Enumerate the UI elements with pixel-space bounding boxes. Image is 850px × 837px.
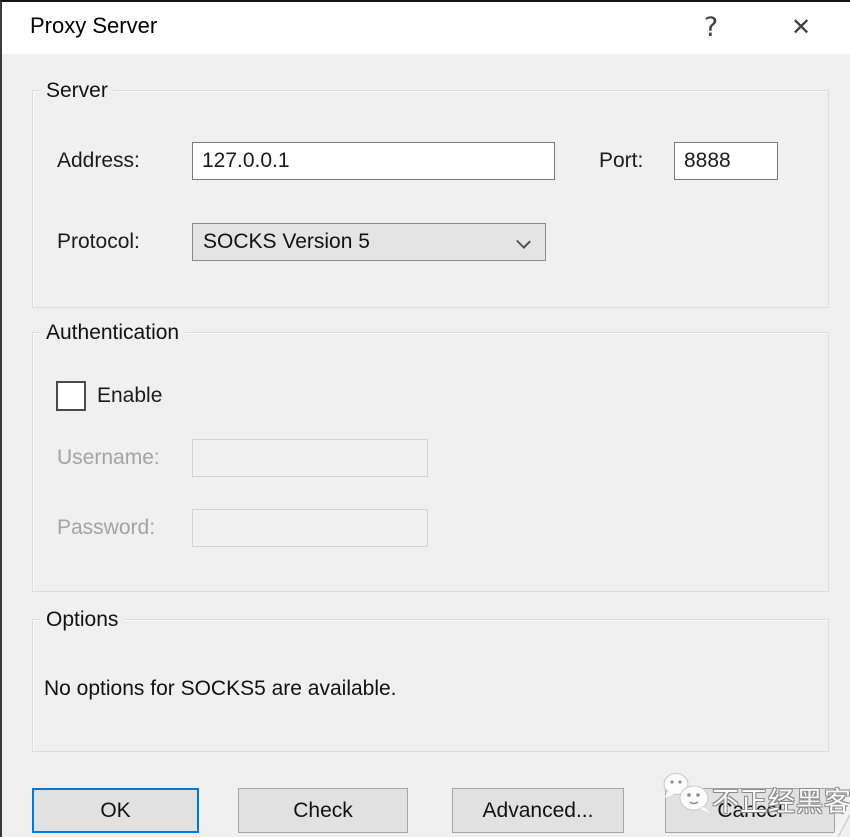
titlebar: Proxy Server ? ✕ <box>2 2 850 54</box>
options-group-legend: Options <box>40 607 124 632</box>
proxy-server-dialog: Proxy Server ? ✕ Server Address: Port: P… <box>0 0 850 837</box>
cancel-button-label: Cancel <box>717 799 782 823</box>
cancel-button[interactable]: Cancel <box>665 788 835 833</box>
address-label: Address: <box>57 149 140 173</box>
chevron-down-icon <box>516 234 531 249</box>
close-icon: ✕ <box>791 13 811 41</box>
help-icon: ? <box>704 12 718 43</box>
port-input[interactable] <box>674 142 778 180</box>
password-label: Password: <box>57 516 155 540</box>
username-input <box>192 439 428 477</box>
server-group-legend: Server <box>40 78 114 103</box>
help-button[interactable]: ? <box>692 8 730 46</box>
protocol-dropdown[interactable]: SOCKS Version 5 <box>192 223 546 261</box>
protocol-label: Protocol: <box>57 230 140 254</box>
ok-button[interactable]: OK <box>32 788 199 833</box>
password-input <box>192 509 428 547</box>
close-button[interactable]: ✕ <box>782 8 820 46</box>
port-label: Port: <box>599 149 643 173</box>
options-message: No options for SOCKS5 are available. <box>44 677 397 701</box>
check-button-label: Check <box>293 799 353 823</box>
ok-button-label: OK <box>100 799 130 823</box>
address-input[interactable] <box>192 142 555 180</box>
dialog-title: Proxy Server <box>30 13 157 39</box>
check-button[interactable]: Check <box>238 788 408 833</box>
authentication-group-legend: Authentication <box>40 320 185 345</box>
advanced-button-label: Advanced... <box>483 799 594 823</box>
username-label: Username: <box>57 446 160 470</box>
server-group: Server <box>32 90 829 308</box>
enable-label: Enable <box>97 384 162 408</box>
enable-checkbox[interactable] <box>56 381 86 411</box>
protocol-selected-value: SOCKS Version 5 <box>203 230 370 254</box>
advanced-button[interactable]: Advanced... <box>452 788 624 833</box>
